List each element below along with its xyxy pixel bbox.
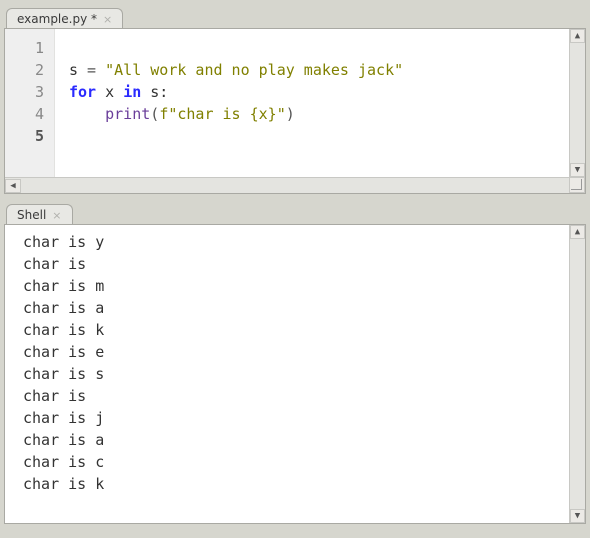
close-icon[interactable]: × bbox=[103, 14, 112, 25]
editor-horizontal-scrollbar[interactable]: ◀ ▶ bbox=[5, 177, 585, 193]
line-number: 2 bbox=[11, 59, 44, 81]
code-line[interactable] bbox=[69, 37, 577, 59]
shell-line: char is a bbox=[23, 429, 581, 451]
shell-output[interactable]: char is ychar is char is mchar is achar … bbox=[5, 225, 585, 523]
shell-prompt[interactable]: >>> bbox=[23, 519, 63, 523]
shell-line: char is bbox=[23, 385, 581, 407]
scroll-track[interactable] bbox=[570, 239, 585, 509]
shell-tab[interactable]: Shell × bbox=[6, 204, 73, 225]
shell-line: char is y bbox=[23, 231, 581, 253]
code-token: s: bbox=[141, 83, 168, 101]
scroll-up-icon[interactable]: ▲ bbox=[570, 225, 585, 239]
shell-pane: Shell × char is ychar is char is mchar i… bbox=[4, 200, 586, 524]
code-line[interactable]: s = "All work and no play makes jack" bbox=[69, 59, 577, 81]
line-number-current: 5 bbox=[11, 125, 44, 147]
shell-line: char is m bbox=[23, 275, 581, 297]
shell-line: char is a bbox=[23, 297, 581, 319]
line-number: 1 bbox=[11, 37, 44, 59]
editor-tab-label: example.py * bbox=[17, 12, 97, 26]
shell-vertical-scrollbar[interactable]: ▲ ▼ bbox=[569, 225, 585, 523]
line-number-gutter: 1 2 3 4 5 bbox=[5, 29, 55, 177]
editor-tabbar: example.py * × bbox=[4, 4, 586, 28]
scroll-down-icon[interactable]: ▼ bbox=[570, 509, 585, 523]
shell-tab-label: Shell bbox=[17, 208, 46, 222]
editor-tab[interactable]: example.py * × bbox=[6, 8, 123, 29]
scroll-track[interactable] bbox=[21, 178, 569, 193]
line-number: 3 bbox=[11, 81, 44, 103]
editor-body[interactable]: 1 2 3 4 5 s = "All work and no play make… bbox=[5, 29, 585, 177]
code-line[interactable]: for x in s: bbox=[69, 81, 577, 103]
code-token-keyword: for bbox=[69, 83, 96, 101]
code-token: x bbox=[96, 83, 123, 101]
shell-blank-line bbox=[23, 495, 581, 517]
scroll-left-icon[interactable]: ◀ bbox=[5, 179, 21, 193]
shell-line: char is k bbox=[23, 319, 581, 341]
code-token bbox=[69, 105, 105, 123]
code-token-string: f"char is {x}" bbox=[159, 105, 285, 123]
shell-line: char is c bbox=[23, 451, 581, 473]
shell-line: char is e bbox=[23, 341, 581, 363]
scroll-down-icon[interactable]: ▼ bbox=[570, 163, 585, 177]
code-token: ( bbox=[150, 105, 159, 123]
code-text[interactable]: s = "All work and no play makes jack"for… bbox=[55, 29, 585, 177]
line-number: 4 bbox=[11, 103, 44, 125]
code-token-string: "All work and no play makes jack" bbox=[105, 61, 403, 79]
code-token-keyword: in bbox=[123, 83, 141, 101]
shell-area: char is ychar is char is mchar is achar … bbox=[4, 224, 586, 524]
editor-vertical-scrollbar[interactable]: ▲ ▼ bbox=[569, 29, 585, 177]
shell-tabbar: Shell × bbox=[4, 200, 586, 224]
scroll-up-icon[interactable]: ▲ bbox=[570, 29, 585, 43]
code-line-current[interactable] bbox=[69, 125, 577, 147]
code-line[interactable]: print(f"char is {x}") bbox=[69, 103, 577, 125]
resize-grip-icon[interactable] bbox=[569, 177, 585, 193]
code-token: s bbox=[69, 61, 78, 79]
code-token: = bbox=[78, 61, 105, 79]
shell-line: char is s bbox=[23, 363, 581, 385]
code-token-func: print bbox=[105, 105, 150, 123]
shell-line: char is k bbox=[23, 473, 581, 495]
editor-area: 1 2 3 4 5 s = "All work and no play make… bbox=[4, 28, 586, 194]
close-icon[interactable]: × bbox=[52, 210, 61, 221]
code-token: ) bbox=[286, 105, 295, 123]
shell-line: char is j bbox=[23, 407, 581, 429]
editor-pane: example.py * × 1 2 3 4 5 s = "All work a… bbox=[4, 4, 586, 194]
scroll-track[interactable] bbox=[570, 43, 585, 163]
shell-line: char is bbox=[23, 253, 581, 275]
